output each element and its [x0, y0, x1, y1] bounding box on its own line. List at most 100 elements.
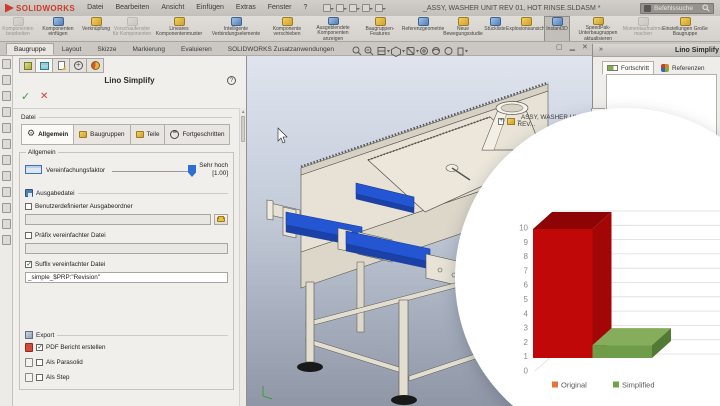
ok-button[interactable]: ✓ [21, 90, 30, 103]
ribbon-button-2[interactable]: Verknüpfung [80, 16, 112, 42]
tab-dimxpert-manager[interactable] [70, 58, 87, 73]
right-panel-tabs: FortschrittReferenzen [602, 61, 710, 75]
side-toolbar-icon[interactable] [2, 155, 11, 165]
ribbon-button-0[interactable]: Komponenten bearbeiten [0, 16, 36, 42]
side-toolbar-icon[interactable] [2, 59, 11, 69]
side-toolbar-icon[interactable] [2, 171, 11, 181]
ribbon-button-3[interactable]: Vorschaufenster für Komponenten [112, 16, 152, 42]
open-document-icon[interactable] [336, 4, 344, 12]
menu-ansicht[interactable]: Ansicht [155, 0, 190, 16]
mode-tab-teile[interactable]: Teile [131, 124, 166, 145]
undo-icon[interactable] [375, 4, 383, 12]
tab-property-manager[interactable] [36, 58, 53, 73]
cancel-button[interactable]: ✕ [40, 91, 48, 102]
browse-folder-button[interactable] [214, 214, 228, 225]
side-toolbar-icon[interactable] [2, 123, 11, 133]
export-option-checkbox[interactable] [36, 344, 43, 351]
side-toolbar-icon[interactable] [2, 91, 11, 101]
tab-solidworks-zusatzanwendungen[interactable]: SOLIDWORKS Zusatzanwendungen [220, 43, 342, 55]
tab-configuration-manager[interactable] [53, 58, 70, 73]
menu-bar: DateiBearbeitenAnsichtEinfügenExtrasFens… [81, 0, 313, 16]
custom-output-input[interactable] [25, 214, 211, 225]
tab-display-manager[interactable] [87, 58, 104, 73]
export-option-row[interactable]: Als Parasolid [25, 358, 83, 367]
right-panel-titlebar[interactable]: » Lino Simplify [593, 44, 720, 57]
menu-bearbeiten[interactable]: Bearbeiten [109, 0, 155, 16]
custom-output-checkbox-row[interactable]: Benutzerdefinierter Ausgabeordner [25, 203, 133, 210]
ribbon-button-5[interactable]: Intelligente Verbindungselemente [206, 16, 266, 42]
y-axis-tick-label: 2 [524, 338, 529, 347]
command-search-input[interactable]: Befehlssuche [640, 3, 714, 14]
tab-layout[interactable]: Layout [54, 43, 90, 55]
export-option-row[interactable]: Als Step [25, 373, 69, 382]
tab-markierung[interactable]: Markierung [125, 43, 174, 55]
right-panel-tab-referenzen[interactable]: Referenzen [656, 61, 710, 75]
restore-window-icon[interactable]: ▢ [556, 43, 563, 51]
export-option-row[interactable]: PDF Bericht erstellen [25, 343, 106, 352]
cad-file-icon [25, 358, 33, 367]
close-window-icon[interactable]: ✕ [582, 43, 588, 51]
side-toolbar-icon[interactable] [2, 75, 11, 85]
ribbon-button-11[interactable]: Stückliste [482, 16, 508, 42]
ribbon-button-8[interactable]: Baugruppen-Features [358, 16, 402, 42]
export-option-checkbox[interactable] [36, 374, 43, 381]
side-toolbar-icon[interactable] [2, 235, 11, 245]
ribbon-button-6[interactable]: Komponente verschieben [266, 16, 308, 42]
side-toolbar-icon[interactable] [2, 203, 11, 213]
command-manager-ribbon: Komponenten bearbeitenKomponenten einfüg… [0, 16, 720, 42]
panel-scrollbar[interactable]: ▲ [239, 108, 246, 406]
custom-output-checkbox[interactable] [25, 203, 32, 210]
ribbon-button-12[interactable]: Explosionsansicht [508, 16, 544, 42]
menu-fenster[interactable]: Fenster [262, 0, 298, 16]
search-scope-icon[interactable] [644, 5, 651, 12]
ribbon-button-4[interactable]: Lineares Komponentenmuster [152, 16, 206, 42]
view-toolbar-icons[interactable] [352, 46, 470, 57]
mode-tab-fortgeschritten[interactable]: Fortgeschritten [165, 124, 230, 145]
ribbon-button-1[interactable]: Komponenten einfügen [36, 16, 80, 42]
ribbon-button-16[interactable]: Einstellungen Große Baugruppe [660, 16, 710, 42]
simplification-factor-icon [25, 165, 42, 174]
suffix-checkbox[interactable] [25, 261, 32, 268]
mode-tab-baugruppen[interactable]: Baugruppen [74, 124, 130, 145]
minimize-window-icon[interactable]: ▁ [570, 43, 575, 51]
print-icon[interactable] [362, 4, 370, 12]
ribbon-button-15[interactable]: Momentaufnahme machen [626, 16, 660, 42]
ribbon-button-9[interactable]: Referenzgeometrie [402, 16, 444, 42]
save-icon[interactable] [349, 4, 357, 12]
ribbon-button-label: Lineares Komponentenmuster [152, 27, 206, 38]
ribbon-button-14[interactable]: SpeedPak-Unterbaugruppen aktualisieren [570, 16, 626, 42]
scene-icon [445, 48, 452, 55]
ribbon-button-icon [680, 17, 691, 26]
ribbon-button-13[interactable]: Instant3D [544, 16, 570, 42]
menu-datei[interactable]: Datei [81, 0, 109, 16]
search-icon[interactable] [702, 4, 710, 12]
simplification-slider[interactable] [112, 171, 196, 172]
side-toolbar-icon[interactable] [2, 187, 11, 197]
mode-tab-allgemein[interactable]: ⚙Allgemein [21, 124, 74, 145]
menu-einfgen[interactable]: Einfügen [190, 0, 230, 16]
prefix-checkbox-row[interactable]: Präfix vereinfachter Datei [25, 232, 106, 239]
side-toolbar-icon[interactable] [2, 219, 11, 229]
ribbon-button-10[interactable]: Neue Bewegungsstudie [444, 16, 482, 42]
menu-extras[interactable]: Extras [230, 0, 262, 16]
tab-evaluieren[interactable]: Evaluieren [173, 43, 220, 55]
scroll-up-icon[interactable]: ▲ [241, 109, 245, 114]
prefix-checkbox[interactable] [25, 232, 32, 239]
scrollbar-thumb[interactable] [241, 116, 245, 142]
collapse-chevron-icon[interactable]: » [599, 46, 603, 53]
prefix-input[interactable] [25, 243, 228, 254]
side-toolbar-icon[interactable] [2, 139, 11, 149]
slider-thumb[interactable] [188, 165, 196, 177]
suffix-checkbox-row[interactable]: Suffix vereinfachter Datei [25, 261, 105, 268]
export-option-checkbox[interactable] [36, 359, 43, 366]
new-document-icon[interactable] [323, 4, 331, 12]
help-icon[interactable]: ? [227, 76, 236, 85]
ribbon-button-7[interactable]: Ausgeblendete Komponenten anzeigen [308, 16, 358, 42]
menu-?[interactable]: ? [298, 0, 314, 16]
suffix-input[interactable] [25, 272, 228, 283]
tab-skizze[interactable]: Skizze [89, 43, 124, 55]
tab-baugruppe[interactable]: Baugruppe [6, 43, 54, 55]
side-toolbar-icon[interactable] [2, 107, 11, 117]
tab-feature-manager[interactable] [19, 58, 36, 73]
right-panel-tab-fortschritt[interactable]: Fortschritt [602, 61, 654, 75]
